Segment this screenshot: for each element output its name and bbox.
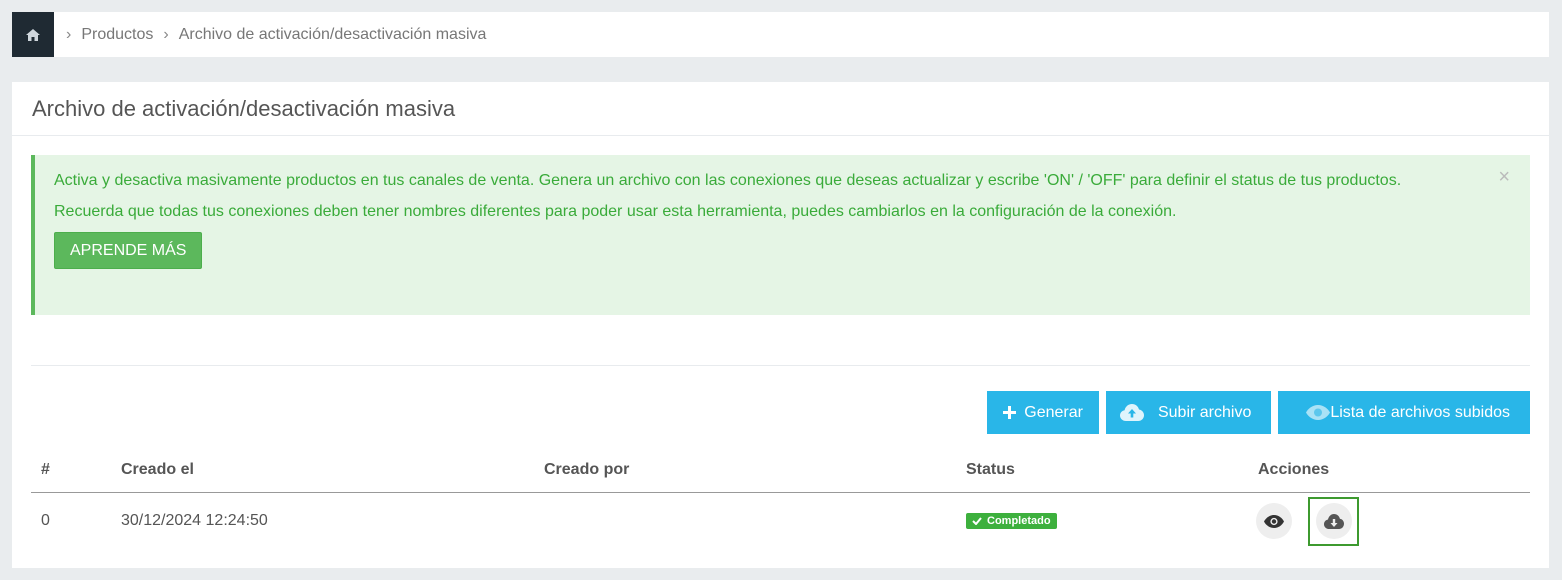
cell-index: 0 (41, 512, 50, 530)
info-alert: × Activa y desactiva masivamente product… (31, 155, 1530, 315)
cloud-upload-icon (1119, 404, 1144, 421)
column-header-index: # (31, 448, 111, 493)
close-icon[interactable]: × (1498, 167, 1510, 187)
uploaded-files-list-button[interactable]: Lista de archivos subidos (1278, 391, 1530, 434)
toolbar: Generar Subir archivo Lista de archivos … (987, 391, 1530, 434)
cell-created-by (534, 492, 956, 550)
table-header-row: # Creado el Creado por Status Acciones (31, 448, 1530, 493)
learn-more-button[interactable]: APRENDE MÁS (54, 232, 203, 269)
table-row: 0 30/12/2024 12:24:50 Completado (31, 492, 1530, 550)
home-button[interactable] (12, 12, 54, 57)
home-icon (26, 28, 40, 41)
column-header-created-by: Creado por (534, 448, 956, 493)
upload-file-label: Subir archivo (1157, 403, 1252, 421)
breadcrumb-item-productos[interactable]: Productos (81, 26, 153, 44)
check-icon (972, 517, 982, 526)
cell-created-at: 30/12/2024 12:24:50 (121, 512, 268, 530)
upload-file-button[interactable]: Subir archivo (1105, 391, 1272, 434)
cell-status: Completado (956, 492, 1248, 550)
status-badge: Completado (966, 513, 1057, 530)
column-header-created-at: Creado el (111, 448, 534, 493)
eye-icon (1264, 514, 1284, 528)
eye-icon (1306, 405, 1331, 420)
alert-text-2: Recuerda que todas tus conexiones deben … (54, 203, 1177, 220)
breadcrumb-item-current: Archivo de activación/desactivación masi… (178, 25, 487, 43)
divider (31, 365, 1530, 366)
uploaded-files-list-label: Lista de archivos subidos (1330, 403, 1510, 421)
column-header-actions: Acciones (1248, 448, 1530, 493)
view-button[interactable] (1256, 503, 1292, 540)
cloud-download-icon (1323, 513, 1344, 529)
main-card: Archivo de activación/desactivación masi… (12, 82, 1549, 568)
page-title: Archivo de activación/desactivación masi… (32, 95, 456, 121)
download-highlight (1308, 496, 1359, 546)
breadcrumb-separator-icon: › (163, 25, 169, 43)
alert-text-1: Activa y desactiva masivamente productos… (54, 172, 1402, 189)
column-header-status: Status (956, 448, 1248, 493)
generate-label: Generar (1024, 403, 1083, 421)
status-label: Completado (987, 515, 1051, 528)
cell-actions (1248, 492, 1530, 550)
breadcrumb: › Productos › Archivo de activación/desa… (12, 12, 1549, 57)
breadcrumb-separator-icon: › (66, 25, 72, 43)
card-header: Archivo de activación/desactivación masi… (12, 82, 1549, 136)
files-table: # Creado el Creado por Status Acciones 0… (31, 448, 1530, 550)
download-button[interactable] (1315, 503, 1352, 540)
generate-button[interactable]: Generar (987, 391, 1099, 434)
plus-icon (1003, 406, 1017, 419)
row-actions (1256, 496, 1520, 546)
